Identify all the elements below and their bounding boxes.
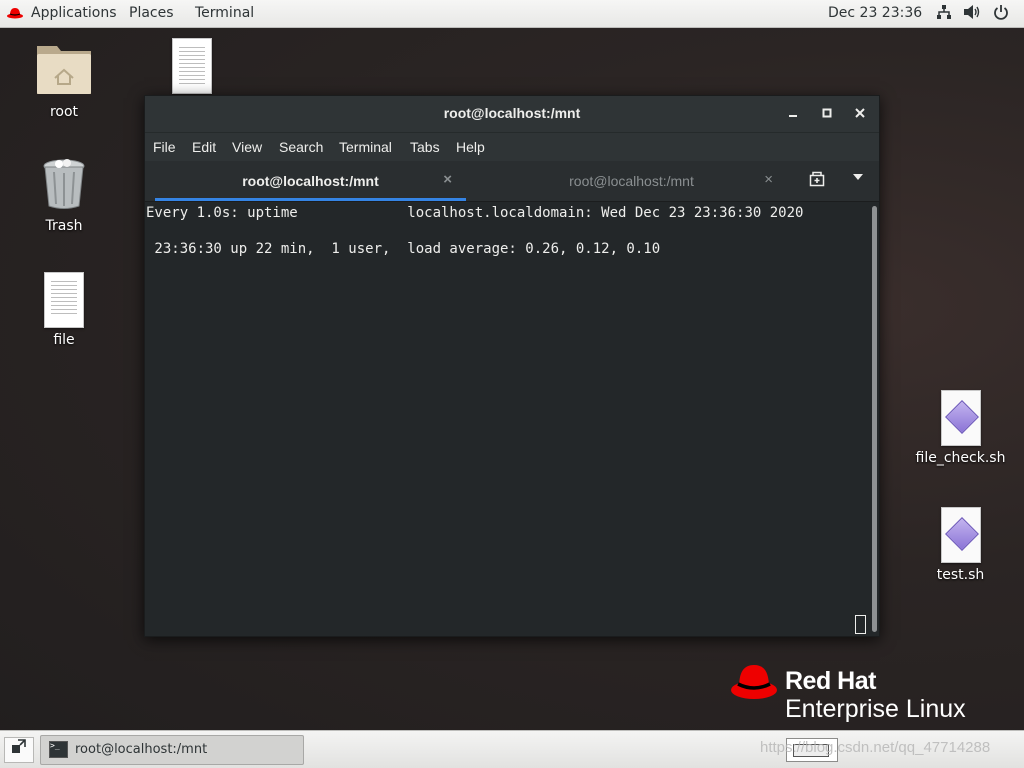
places-menu[interactable]: Places [129, 5, 174, 21]
watermark: https://blog.csdn.net/qq_47714288 [760, 739, 991, 756]
script-icon [940, 507, 981, 563]
terminal-app-menu[interactable]: Terminal [195, 5, 254, 21]
network-icon[interactable] [936, 4, 952, 24]
desktop-icon-label: file_check.sh [915, 450, 1006, 466]
menu-tabs[interactable]: Tabs [410, 139, 440, 155]
trash-icon [43, 159, 85, 209]
applications-menu[interactable]: Applications [31, 5, 117, 21]
document-icon [44, 272, 84, 328]
close-button[interactable] [850, 104, 870, 124]
terminal-line: Every 1.0s: uptime localhost.localdomain… [146, 205, 804, 221]
show-desktop-icon [12, 739, 26, 753]
maximize-button[interactable] [817, 104, 837, 124]
minimize-button[interactable] [783, 104, 803, 124]
text-cursor [855, 615, 866, 634]
desktop-icon-label: Trash [45, 218, 83, 234]
menu-terminal[interactable]: Terminal [339, 139, 392, 155]
clock[interactable]: Dec 23 23:36 [828, 5, 922, 21]
taskbar-window-button[interactable]: >_ root@localhost:/mnt [40, 735, 304, 765]
home-folder-icon [37, 46, 91, 94]
taskbar-window-label: root@localhost:/mnt [75, 742, 208, 757]
redhat-icon [7, 8, 23, 19]
new-tab-icon [809, 171, 825, 187]
menu-bar: File Edit View Search Terminal Tabs Help [145, 132, 879, 161]
tab-1[interactable]: root@localhost:/mnt × [155, 161, 466, 201]
product-name: Enterprise Linux [785, 695, 966, 723]
terminal-line: 23:36:30 up 22 min, 1 user, load average… [146, 241, 661, 257]
minimize-icon [789, 115, 797, 117]
maximize-icon [822, 108, 832, 118]
desktop-icon-trash[interactable]: Trash [19, 158, 109, 234]
script-icon [940, 390, 981, 446]
close-icon [855, 108, 865, 118]
tab-label: root@localhost:/mnt [242, 173, 379, 189]
terminal-output[interactable]: Every 1.0s: uptime localhost.localdomain… [145, 202, 879, 636]
tab-close-icon[interactable]: × [443, 171, 452, 188]
brand-name: Red Hat [785, 667, 876, 695]
tab-close-icon[interactable]: × [764, 171, 773, 188]
scrollbar[interactable] [872, 206, 877, 632]
tab-menu-button[interactable] [853, 171, 863, 183]
menu-help[interactable]: Help [456, 139, 485, 155]
menu-edit[interactable]: Edit [192, 139, 216, 155]
redhat-hat-icon [731, 665, 777, 699]
desktop-icon-file-check[interactable]: file_check.sh [913, 390, 1008, 466]
volume-icon[interactable] [963, 4, 981, 24]
desktop-icon-file[interactable]: file [19, 272, 109, 348]
terminal-icon: >_ [49, 741, 68, 758]
new-tab-button[interactable] [807, 171, 827, 189]
window-titlebar[interactable]: root@localhost:/mnt [145, 96, 879, 132]
window-title: root@localhost:/mnt [443, 105, 581, 121]
terminal-window[interactable]: root@localhost:/mnt File Edit View Searc… [144, 95, 880, 637]
taskbar: >_ root@localhost:/mnt https://blog.csdn… [0, 730, 1024, 768]
tab-2[interactable]: root@localhost:/mnt × [476, 161, 787, 201]
chevron-down-icon [853, 174, 863, 180]
desktop-icon-label: file [53, 332, 75, 348]
desktop-icon-document[interactable] [147, 38, 237, 94]
show-desktop-button[interactable] [4, 737, 34, 763]
desktop-icon-root[interactable]: root [19, 40, 109, 120]
menu-view[interactable]: View [232, 139, 262, 155]
tab-bar: root@localhost:/mnt × root@localhost:/mn… [145, 161, 879, 202]
desktop-icon-label: root [49, 104, 79, 120]
desktop-icon-label: test.sh [936, 567, 985, 583]
top-bar: Applications Places Terminal Dec 23 23:3… [0, 0, 1024, 28]
menu-search[interactable]: Search [279, 139, 323, 155]
menu-file[interactable]: File [153, 139, 176, 155]
document-icon [172, 38, 212, 94]
tab-label: root@localhost:/mnt [569, 173, 694, 189]
power-icon[interactable] [993, 4, 1009, 24]
desktop-icon-test[interactable]: test.sh [913, 507, 1008, 583]
